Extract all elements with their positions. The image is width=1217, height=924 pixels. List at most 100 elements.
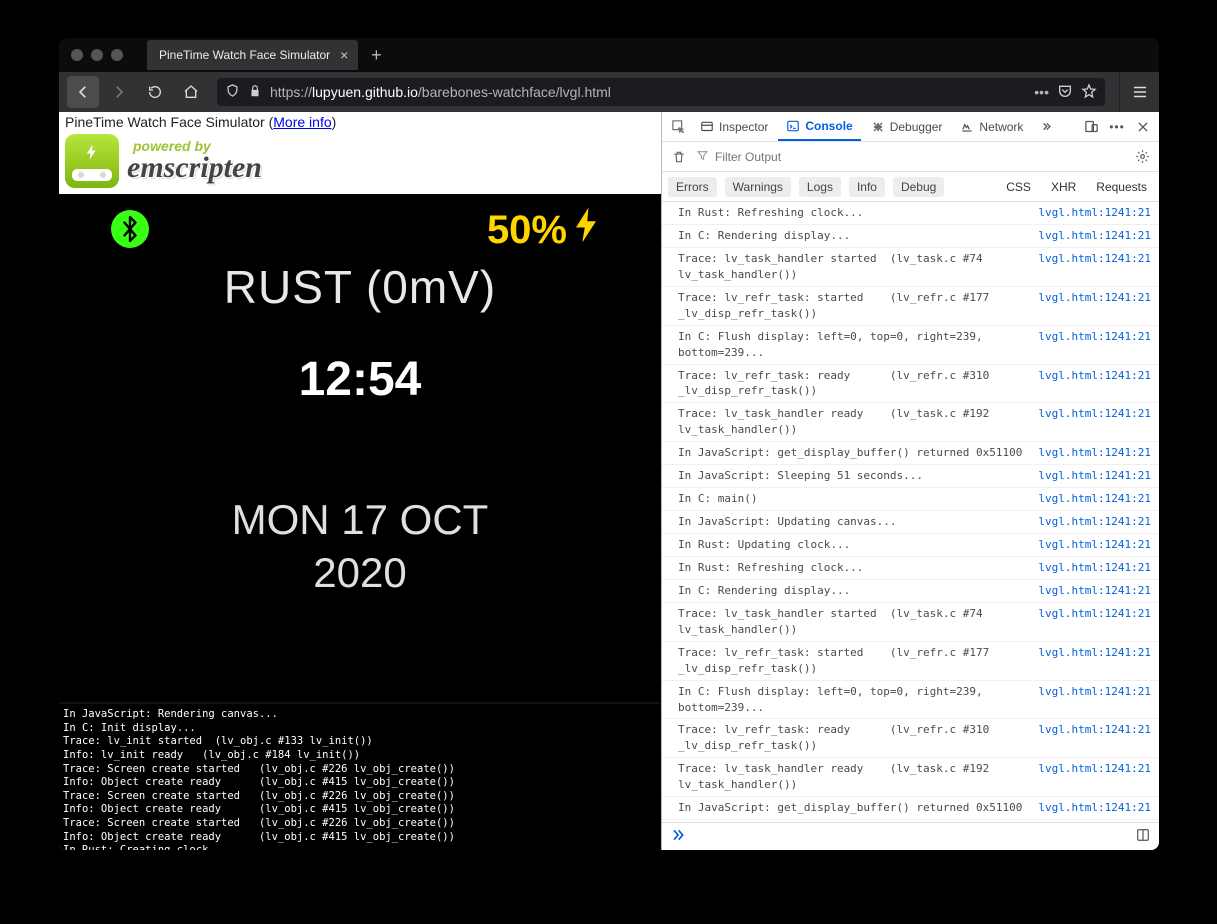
- content-area: PineTime Watch Face Simulator (More info…: [59, 112, 1159, 850]
- tab-debugger[interactable]: Debugger: [863, 112, 951, 141]
- console-source-link[interactable]: lvgl.html:1241:21: [1038, 583, 1151, 599]
- url-text: https://lupyuen.github.io/barebones-watc…: [270, 84, 1026, 100]
- console-row: Trace: lv_task_handler ready (lv_task.c …: [662, 403, 1159, 442]
- console-row: Trace: lv_refr_task: ready (lv_refr.c #3…: [662, 719, 1159, 758]
- nav-reload-button[interactable]: [139, 76, 171, 108]
- console-source-link[interactable]: lvgl.html:1241:21: [1038, 606, 1151, 638]
- cat-logs[interactable]: Logs: [799, 177, 841, 197]
- tab-active[interactable]: PineTime Watch Face Simulator ×: [147, 40, 358, 70]
- responsive-mode-button[interactable]: [1079, 115, 1103, 139]
- new-tab-button[interactable]: +: [362, 41, 390, 69]
- console-settings-button[interactable]: [1131, 149, 1153, 164]
- console-message: In JavaScript: get_display_buffer() retu…: [678, 445, 1030, 461]
- more-info-link[interactable]: More info: [273, 114, 331, 130]
- element-picker-button[interactable]: [666, 115, 690, 139]
- console-source-link[interactable]: lvgl.html:1241:21: [1038, 491, 1151, 507]
- emscripten-label: emscripten: [127, 153, 262, 183]
- emscripten-banner: powered by emscripten: [59, 130, 661, 194]
- console-message: In C: main(): [678, 491, 1030, 507]
- console-prompt-expand-icon[interactable]: [670, 827, 686, 846]
- bolt-icon: [83, 140, 101, 170]
- console-source-link[interactable]: lvgl.html:1241:21: [1038, 228, 1151, 244]
- console-source-link[interactable]: lvgl.html:1241:21: [1038, 684, 1151, 716]
- lightning-icon: [571, 204, 601, 256]
- url-field[interactable]: https://lupyuen.github.io/barebones-watc…: [217, 78, 1105, 106]
- cat-requests[interactable]: Requests: [1090, 177, 1153, 197]
- console-message: In JavaScript: get_display_buffer() retu…: [678, 800, 1030, 816]
- console-source-link[interactable]: lvgl.html:1241:21: [1038, 800, 1151, 816]
- console-source-link[interactable]: lvgl.html:1241:21: [1038, 406, 1151, 438]
- cat-xhr[interactable]: XHR: [1045, 177, 1082, 197]
- devtools-close-button[interactable]: [1131, 115, 1155, 139]
- console-source-link[interactable]: lvgl.html:1241:21: [1038, 445, 1151, 461]
- emscripten-logo: [65, 134, 119, 188]
- page-actions-icon[interactable]: •••: [1034, 84, 1049, 100]
- console-message: Trace: lv_refr_task: started (lv_refr.c …: [678, 290, 1030, 322]
- console-row: In C: Flush display: left=0, top=0, righ…: [662, 326, 1159, 365]
- console-message: Trace: lv_refr_task: ready (lv_refr.c #3…: [678, 722, 1030, 754]
- window-minimize-button[interactable]: [91, 49, 103, 61]
- console-row: Trace: lv_task_handler ready (lv_task.c …: [662, 758, 1159, 797]
- console-source-link[interactable]: lvgl.html:1241:21: [1038, 761, 1151, 793]
- more-tabs-button[interactable]: [1033, 115, 1057, 139]
- console-message: In JavaScript: Updating canvas...: [678, 514, 1030, 530]
- cat-warnings[interactable]: Warnings: [725, 177, 791, 197]
- console-source-link[interactable]: lvgl.html:1241:21: [1038, 329, 1151, 361]
- devtools-menu-button[interactable]: •••: [1105, 115, 1129, 139]
- cat-debug[interactable]: Debug: [893, 177, 944, 197]
- console-row: In C: Rendering display... lvgl.html:1241…: [662, 580, 1159, 603]
- cat-info[interactable]: Info: [849, 177, 885, 197]
- console-message: In C: Flush display: left=0, top=0, righ…: [678, 329, 1030, 361]
- filter-input[interactable]: [715, 146, 1125, 168]
- console-message: In C: Flush display: left=0, top=0, righ…: [678, 684, 1030, 716]
- console-row: Trace: lv_refr_task: ready (lv_refr.c #3…: [662, 365, 1159, 404]
- page-log: In JavaScript: Rendering canvas... In C:…: [59, 702, 661, 850]
- console-row: In C: main() lvgl.html:1241:21: [662, 488, 1159, 511]
- split-console-icon[interactable]: [1135, 827, 1151, 846]
- nav-forward-button[interactable]: [103, 76, 135, 108]
- app-menu-button[interactable]: [1119, 72, 1159, 112]
- tab-network[interactable]: Network: [952, 112, 1031, 141]
- page-heading: PineTime Watch Face Simulator (More info…: [59, 112, 661, 130]
- console-source-link[interactable]: lvgl.html:1241:21: [1038, 251, 1151, 283]
- cat-errors[interactable]: Errors: [668, 177, 717, 197]
- clear-console-button[interactable]: [668, 150, 690, 164]
- console-row: In JavaScript: Sleeping 51 seconds...lvg…: [662, 465, 1159, 488]
- console-source-link[interactable]: lvgl.html:1241:21: [1038, 205, 1151, 221]
- console-row: In JavaScript: Updating canvas... lvgl.ht…: [662, 511, 1159, 534]
- nav-back-button[interactable]: [67, 76, 99, 108]
- pocket-icon[interactable]: [1057, 83, 1073, 102]
- console-message: In C: Rendering display...: [678, 583, 1030, 599]
- console-source-link[interactable]: lvgl.html:1241:21: [1038, 290, 1151, 322]
- console-message: Trace: lv_task_handler ready (lv_task.c …: [678, 406, 1030, 438]
- tab-inspector[interactable]: Inspector: [692, 112, 776, 141]
- console-source-link[interactable]: lvgl.html:1241:21: [1038, 560, 1151, 576]
- console-source-link[interactable]: lvgl.html:1241:21: [1038, 514, 1151, 530]
- console-message: In Rust: Refreshing clock...: [678, 205, 1030, 221]
- console-row: In Rust: Refreshing clock...lvgl.html:12…: [662, 557, 1159, 580]
- console-source-link[interactable]: lvgl.html:1241:21: [1038, 722, 1151, 754]
- console-source-link[interactable]: lvgl.html:1241:21: [1038, 468, 1151, 484]
- console-log[interactable]: In Rust: Refreshing clock... lvgl.html:12…: [662, 202, 1159, 822]
- console-row: Trace: lv_task_handler started (lv_task.…: [662, 248, 1159, 287]
- titlebar: PineTime Watch Face Simulator × +: [59, 38, 1159, 72]
- console-row: Trace: lv_refr_task: started (lv_refr.c …: [662, 287, 1159, 326]
- tab-close-icon[interactable]: ×: [340, 48, 348, 62]
- console-message: Trace: lv_task_handler ready (lv_task.c …: [678, 761, 1030, 793]
- console-message: In C: Rendering display...: [678, 228, 1030, 244]
- devtools-tabs: Inspector Console Debugger Network: [662, 112, 1159, 142]
- window-close-button[interactable]: [71, 49, 83, 61]
- tab-console[interactable]: Console: [778, 112, 860, 141]
- watch-canvas: 50% RUST (0mV) 12:54 MON 17 OCT 2020 In …: [59, 194, 661, 850]
- nav-home-button[interactable]: [175, 76, 207, 108]
- page-title: PineTime Watch Face Simulator: [65, 114, 269, 130]
- devtools-footer: [662, 822, 1159, 850]
- console-row: In C: Flush display: left=0, top=0, righ…: [662, 681, 1159, 720]
- bookmark-star-icon[interactable]: [1081, 83, 1097, 102]
- window-zoom-button[interactable]: [111, 49, 123, 61]
- rust-label: RUST (0mV): [59, 260, 661, 314]
- cat-css[interactable]: CSS: [1000, 177, 1037, 197]
- console-source-link[interactable]: lvgl.html:1241:21: [1038, 537, 1151, 553]
- console-source-link[interactable]: lvgl.html:1241:21: [1038, 368, 1151, 400]
- console-source-link[interactable]: lvgl.html:1241:21: [1038, 645, 1151, 677]
